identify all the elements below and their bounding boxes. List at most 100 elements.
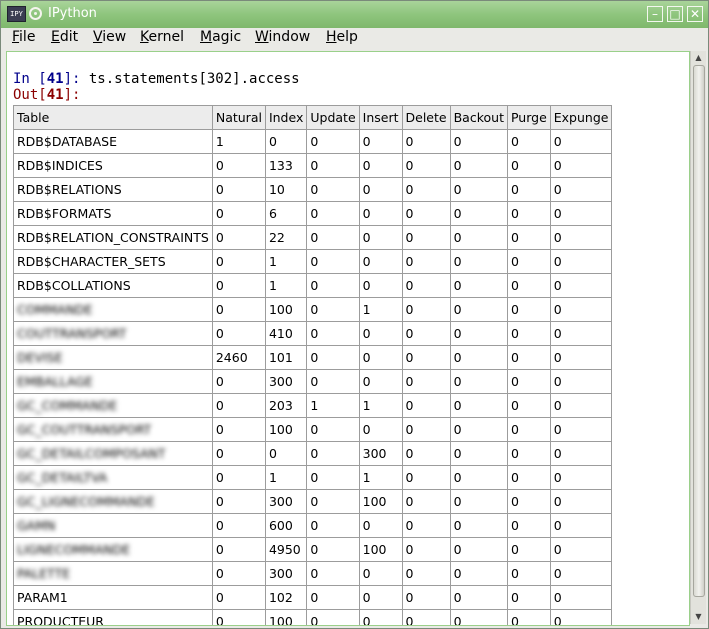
table-cell-update: 0 xyxy=(306,513,360,538)
table-cell-backout: 0 xyxy=(449,225,508,250)
table-row: RDB$RELATIONS 0 10 0 0 0 0 0 0 xyxy=(13,177,613,202)
menu-edit[interactable]: Edit xyxy=(51,29,78,45)
table-cell-purge: 0 xyxy=(506,369,551,394)
table-cell-backout: 0 xyxy=(449,585,508,610)
table-cell-purge: 0 xyxy=(506,513,551,538)
table-cell-backout: 0 xyxy=(449,369,508,394)
table-cell-update: 0 xyxy=(306,417,360,442)
table-cell-table: LIGNECOMMANDE xyxy=(13,537,213,562)
table-cell-update: 0 xyxy=(306,537,360,562)
table-cell-natural: 0 xyxy=(211,465,266,490)
table-cell-index: 1 xyxy=(264,249,308,274)
table-row: RDB$CHARACTER_SETS 0 1 0 0 0 0 0 0 xyxy=(13,249,613,274)
scroll-up-arrow-icon[interactable]: ▲ xyxy=(691,51,706,65)
table-cell-table: RDB$CHARACTER_SETS xyxy=(13,249,213,274)
table-cell-backout: 0 xyxy=(449,441,508,466)
table-cell-update: 0 xyxy=(306,297,360,322)
column-header-delete: Delete xyxy=(401,105,451,130)
table-cell-expunge: 0 xyxy=(549,297,613,322)
table-cell-delete: 0 xyxy=(401,345,451,370)
scrollbar-thumb[interactable] xyxy=(693,65,705,597)
menu-help[interactable]: Help xyxy=(326,29,358,45)
table-cell-insert: 1 xyxy=(358,297,403,322)
table-cell-backout: 0 xyxy=(449,153,508,178)
window-title: IPython xyxy=(48,6,97,21)
table-row: GC_LIGNECOMMANDE 0 300 0 100 0 0 0 0 xyxy=(13,489,613,514)
menu-file[interactable]: File xyxy=(12,29,35,45)
table-cell-purge: 0 xyxy=(506,225,551,250)
console-output-area[interactable]: In [41]: ts.statements[302].access Out[4… xyxy=(6,51,690,626)
table-cell-natural: 0 xyxy=(211,321,266,346)
out-prompt-number: 41 xyxy=(46,87,64,103)
table-cell-natural: 0 xyxy=(211,369,266,394)
table-cell-expunge: 0 xyxy=(549,441,613,466)
table-cell-natural: 0 xyxy=(211,561,266,586)
table-cell-backout: 0 xyxy=(449,537,508,562)
table-cell-expunge: 0 xyxy=(549,393,613,418)
table-cell-index: 22 xyxy=(264,225,308,250)
table-row: COMMANDE 0 100 0 1 0 0 0 0 xyxy=(13,297,613,322)
table-cell-delete: 0 xyxy=(401,513,451,538)
table-cell-delete: 0 xyxy=(401,249,451,274)
maximize-button[interactable]: □ xyxy=(667,6,683,22)
menu-magic[interactable]: Magic xyxy=(200,29,241,45)
table-cell-delete: 0 xyxy=(401,609,451,625)
in-prompt-suffix: ]: xyxy=(63,71,89,87)
table-cell-expunge: 0 xyxy=(549,153,613,178)
vertical-scrollbar[interactable]: ▲ ▼ xyxy=(690,51,706,624)
table-row: RDB$FORMATS 0 6 0 0 0 0 0 0 xyxy=(13,201,613,226)
table-cell-expunge: 0 xyxy=(549,369,613,394)
table-cell-insert: 0 xyxy=(358,153,403,178)
ipython-window: IPY IPython – □ ✕ File Edit View Kernel … xyxy=(0,0,709,629)
table-cell-update: 0 xyxy=(306,345,360,370)
table-cell-update: 0 xyxy=(306,129,360,154)
table-cell-delete: 0 xyxy=(401,465,451,490)
table-cell-purge: 0 xyxy=(506,345,551,370)
table-row: GC_COUTTRANSPORT 0 100 0 0 0 0 0 0 xyxy=(13,417,613,442)
table-cell-insert: 0 xyxy=(358,585,403,610)
access-table: Table Natural Index Update Insert Delete Backo… xyxy=(13,105,613,625)
sticky-pin-icon[interactable] xyxy=(29,7,42,20)
redacted-table-name: GC_DETAILCOMPOSANT xyxy=(17,446,166,461)
table-cell-backout: 0 xyxy=(449,465,508,490)
scroll-down-arrow-icon[interactable]: ▼ xyxy=(691,610,706,624)
table-row: EMBALLAGE 0 300 0 0 0 0 0 0 xyxy=(13,369,613,394)
table-row: RDB$RELATION_CONSTRAINTS 0 22 0 0 0 0 0 0 xyxy=(13,225,613,250)
table-row: GC_DETAILTVA 0 1 0 1 0 0 0 0 xyxy=(13,465,613,490)
minimize-button[interactable]: – xyxy=(647,6,663,22)
table-cell-table: PRODUCTEUR xyxy=(13,609,213,625)
table-cell-delete: 0 xyxy=(401,561,451,586)
table-cell-purge: 0 xyxy=(506,321,551,346)
redacted-table-name: COMMANDE xyxy=(17,302,93,317)
table-header-row: Table Natural Index Update Insert Delete Backo… xyxy=(13,105,613,130)
table-cell-backout: 0 xyxy=(449,561,508,586)
menu-window[interactable]: Window xyxy=(255,29,310,45)
table-cell-table: DEVISE xyxy=(13,345,213,370)
table-cell-table: PARAM1 xyxy=(13,585,213,610)
ipython-app-icon[interactable]: IPY xyxy=(7,6,26,22)
table-cell-delete: 0 xyxy=(401,441,451,466)
menu-view[interactable]: View xyxy=(93,29,126,45)
table-cell-expunge: 0 xyxy=(549,585,613,610)
table-cell-backout: 0 xyxy=(449,393,508,418)
table-cell-update: 0 xyxy=(306,321,360,346)
table-cell-backout: 0 xyxy=(449,249,508,274)
table-cell-index: 101 xyxy=(264,345,308,370)
table-cell-update: 0 xyxy=(306,273,360,298)
table-cell-natural: 0 xyxy=(211,177,266,202)
table-cell-expunge: 0 xyxy=(549,465,613,490)
table-cell-update: 1 xyxy=(306,393,360,418)
table-cell-expunge: 0 xyxy=(549,417,613,442)
table-cell-update: 0 xyxy=(306,249,360,274)
menu-kernel[interactable]: Kernel xyxy=(140,29,184,45)
input-line[interactable]: In [41]: ts.statements[302].access xyxy=(13,71,300,87)
close-button[interactable]: ✕ xyxy=(687,6,703,22)
table-cell-purge: 0 xyxy=(506,297,551,322)
table-cell-index: 10 xyxy=(264,177,308,202)
title-bar[interactable]: IPY IPython – □ ✕ xyxy=(1,1,708,29)
column-header-insert: Insert xyxy=(358,105,403,130)
redacted-table-name: LIGNECOMMANDE xyxy=(17,542,131,557)
table-row: COUTTRANSPORT 0 410 0 0 0 0 0 0 xyxy=(13,321,613,346)
table-cell-purge: 0 xyxy=(506,393,551,418)
table-cell-insert: 300 xyxy=(358,441,403,466)
